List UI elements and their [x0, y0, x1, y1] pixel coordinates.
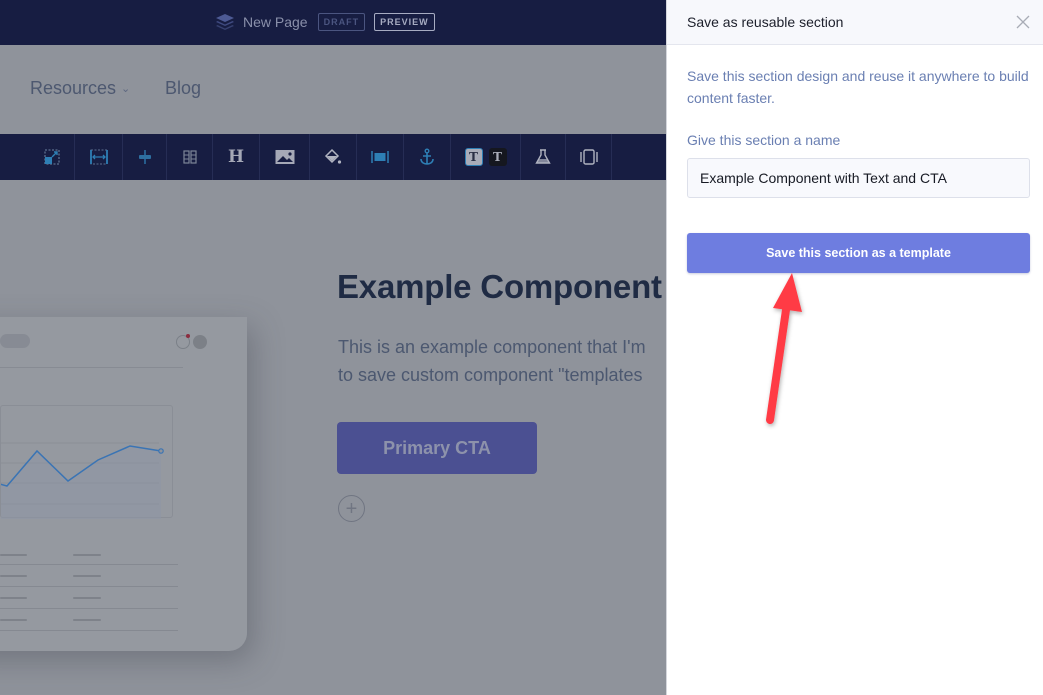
page-title-group: New Page DRAFT PREVIEW	[215, 12, 444, 32]
section-heading[interactable]: Example Component	[337, 268, 662, 306]
anchor-icon	[420, 148, 434, 165]
section-name-label: Give this section a name	[687, 132, 841, 148]
illustration-table-row	[0, 608, 178, 609]
container-button[interactable]	[566, 134, 612, 180]
nav-item-label: Resources	[30, 78, 117, 98]
site-nav: Resources ⌄ Blog	[0, 45, 666, 134]
panel-header: Save as reusable section	[667, 0, 1043, 45]
illustration-pill	[0, 334, 30, 348]
nav-item-resources[interactable]: Resources ⌄	[30, 78, 130, 99]
section-body-line: This is an example component that I'm	[338, 337, 646, 357]
image-button[interactable]	[260, 134, 310, 180]
section-body-text[interactable]: This is an example component that I'm to…	[338, 333, 646, 389]
illustration-line-chart	[1, 442, 164, 519]
primary-cta-button[interactable]: Primary CTA	[337, 422, 537, 474]
panel-title: Save as reusable section	[687, 14, 844, 30]
draft-badge: DRAFT	[317, 13, 366, 31]
illustration-chart-box	[0, 405, 173, 519]
save-section-button[interactable]: Save this section as a template	[687, 233, 1030, 273]
fill-color-icon	[324, 148, 342, 164]
nav-item-label: Blog	[165, 78, 202, 98]
illustration-table-cell	[0, 619, 27, 621]
ab-test-button[interactable]	[521, 134, 566, 180]
close-icon[interactable]	[1015, 14, 1031, 30]
section-height-icon	[89, 149, 108, 165]
illustration-table-row	[0, 564, 178, 565]
section-height-button[interactable]	[75, 134, 123, 180]
editor-topbar: New Page DRAFT PREVIEW	[0, 0, 666, 45]
add-block-button[interactable]: +	[338, 495, 365, 522]
illustration-table-row	[0, 630, 178, 631]
preview-button[interactable]: PREVIEW	[374, 13, 435, 31]
save-section-panel: Save as reusable section Save this secti…	[666, 0, 1043, 695]
text-style-dark-button[interactable]: T	[488, 148, 507, 166]
section-name-input[interactable]	[687, 158, 1030, 198]
text-style-light-icon: T	[469, 150, 478, 164]
illustration-table-cell	[0, 575, 27, 577]
illustration-table-cell	[73, 575, 101, 577]
app-screen: New Page DRAFT PREVIEW Resources ⌄ Blog	[0, 0, 1043, 695]
full-width-icon	[371, 151, 389, 163]
nav-item-blog[interactable]: Blog	[165, 78, 201, 99]
heading-icon: H	[227, 147, 245, 167]
fill-color-button[interactable]	[310, 134, 357, 180]
illustration-toggle-knob	[193, 335, 207, 349]
illustration-table-cell	[73, 619, 101, 621]
illustration-table-cell	[73, 554, 101, 556]
vertical-align-button[interactable]	[123, 134, 167, 180]
text-style-light-button[interactable]: T	[464, 148, 483, 166]
container-icon	[579, 149, 598, 165]
page-canvas: Example Component This is an example com…	[0, 180, 666, 695]
full-width-button[interactable]	[357, 134, 404, 180]
illustration-table-cell	[0, 554, 27, 556]
illustration-divider	[0, 367, 183, 368]
plus-icon: +	[345, 497, 358, 520]
layers-icon	[216, 14, 234, 30]
section-toolbar: H T T	[0, 134, 666, 180]
resize-button[interactable]	[30, 134, 75, 180]
text-style-group: T T	[451, 134, 521, 180]
page-name[interactable]: New Page	[243, 14, 308, 30]
illustration-table-row	[0, 586, 178, 587]
section-body-line: to save custom component "templates	[338, 365, 643, 385]
illustration-notification-dot	[186, 334, 190, 338]
chevron-down-icon: ⌄	[121, 83, 131, 95]
columns-button[interactable]	[167, 134, 213, 180]
resize-icon	[44, 149, 60, 165]
illustration-table	[0, 544, 178, 634]
vertical-align-icon	[138, 150, 151, 164]
illustration-table-cell	[73, 597, 101, 599]
anchor-button[interactable]	[404, 134, 451, 180]
image-icon	[275, 150, 294, 164]
columns-icon	[182, 150, 197, 164]
heading-button[interactable]: H	[213, 134, 260, 180]
text-style-dark-icon: T	[493, 150, 502, 164]
ab-test-flask-icon	[535, 149, 551, 164]
illustration-table-cell	[0, 597, 27, 599]
panel-description: Save this section design and reuse it an…	[687, 68, 1029, 106]
dashboard-illustration	[0, 317, 247, 651]
